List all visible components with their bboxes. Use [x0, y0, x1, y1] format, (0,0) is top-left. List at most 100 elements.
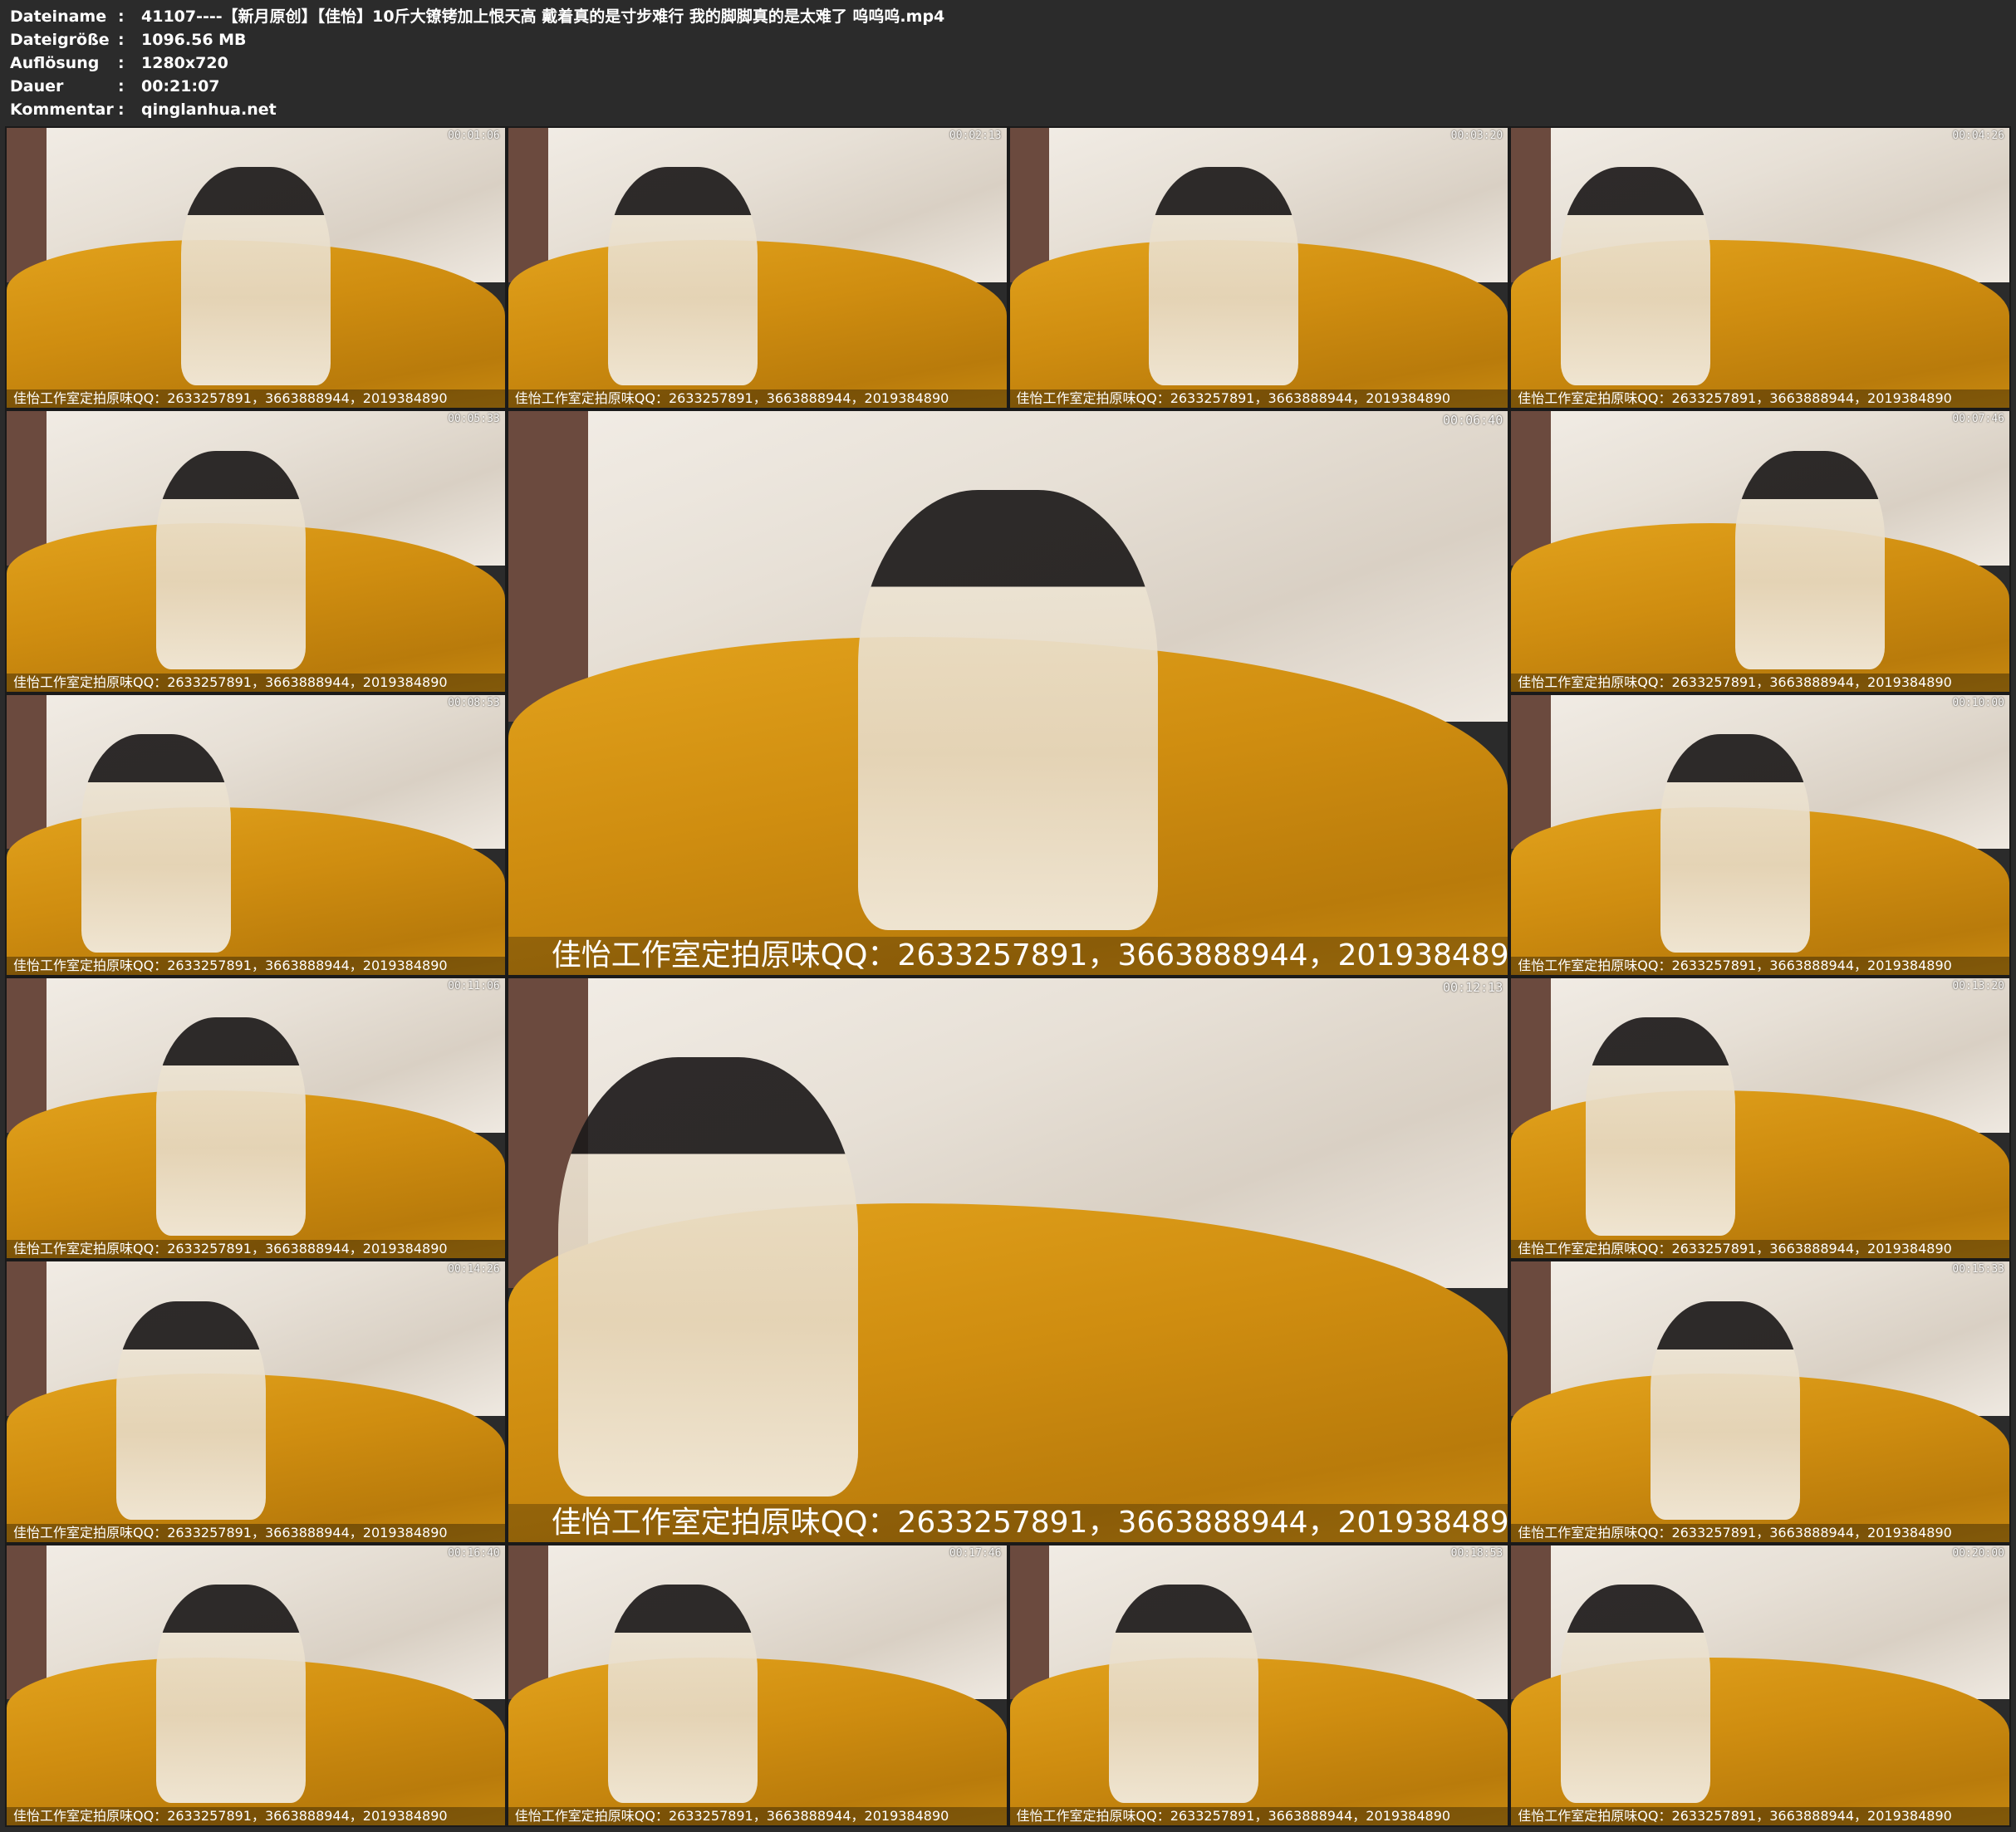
person-figure — [155, 1584, 306, 1803]
watermark-text: 佳怡工作室定拍原味QQ：2633257891，3663888944，201938… — [7, 1240, 505, 1259]
watermark-text: 佳怡工作室定拍原味QQ：2633257891，3663888944，201938… — [1009, 389, 1508, 409]
duration-value: 00:21:07 — [141, 77, 220, 96]
comment-value: qinglanhua.net — [141, 100, 277, 119]
wall-edge — [508, 411, 589, 722]
video-thumbnail: 00:12:13 佳怡工作室定拍原味QQ：2633257891，366388894… — [506, 976, 1510, 1544]
watermark-text: 佳怡工作室定拍原味QQ：2633257891，3663888944，201938… — [1511, 1240, 2009, 1259]
resolution-label: Auflösung — [10, 54, 100, 72]
video-thumbnail: 00:15:33 佳怡工作室定拍原味QQ：2633257891，366388894… — [1509, 1260, 2011, 1544]
video-thumbnail: 00:01:06 佳怡工作室定拍原味QQ：2633257891，366388894… — [5, 126, 507, 410]
video-thumbnail: 00:07:46 佳怡工作室定拍原味QQ：2633257891，366388894… — [1509, 409, 2011, 693]
watermark-text: 佳怡工作室定拍原味QQ：2633257891，3663888944，201938… — [7, 956, 505, 975]
separator: : — [118, 100, 125, 119]
video-thumbnail: 00:08:53 佳怡工作室定拍原味QQ：2633257891，366388894… — [5, 693, 507, 977]
watermark-text: 佳怡工作室定拍原味QQ：2633257891，3663888944，201938… — [1511, 1806, 2009, 1825]
person-figure — [155, 1017, 306, 1237]
video-thumbnail: 00:16:40 佳怡工作室定拍原味QQ：2633257891，366388894… — [5, 1543, 507, 1827]
filesize-row: Dateigröße : 1096.56 MB — [10, 28, 2004, 51]
timestamp: 00:03:20 — [1450, 130, 1503, 142]
separator: : — [118, 7, 125, 26]
person-figure — [115, 1301, 266, 1520]
timestamp: 00:17:46 — [949, 1546, 1002, 1560]
file-info-header: Dateiname : 41107----【新月原创】【佳怡】10斤大镣铐加上恨… — [10, 5, 2004, 121]
watermark-text: 佳怡工作室定拍原味QQ：2633257891，3663888944，201938… — [508, 1503, 1508, 1542]
video-thumbnail: 00:03:20 佳怡工作室定拍原味QQ：2633257891，366388894… — [1008, 126, 1510, 410]
wall-edge — [7, 128, 47, 282]
duration-row: Dauer : 00:21:07 — [10, 75, 2004, 98]
video-thumbnail: 00:04:26 佳怡工作室定拍原味QQ：2633257891，366388894… — [1509, 126, 2011, 410]
filesize-label: Dateigröße — [10, 31, 110, 49]
resolution-row: Auflösung : 1280x720 — [10, 51, 2004, 75]
timestamp: 00:07:46 — [1952, 413, 2004, 426]
watermark-text: 佳怡工作室定拍原味QQ：2633257891，3663888944，201938… — [7, 1523, 505, 1542]
video-thumbnail: 00:18:53 佳怡工作室定拍原味QQ：2633257891，366388894… — [1008, 1543, 1510, 1827]
person-figure — [1561, 167, 1711, 386]
watermark-text: 佳怡工作室定拍原味QQ：2633257891，3663888944，201938… — [1009, 1806, 1508, 1825]
filename-row: Dateiname : 41107----【新月原创】【佳怡】10斤大镣铐加上恨… — [10, 5, 2004, 28]
comment-label: Kommentar — [10, 100, 114, 119]
timestamp: 00:08:53 — [448, 696, 500, 709]
watermark-text: 佳怡工作室定拍原味QQ：2633257891，3663888944，201938… — [7, 389, 505, 409]
comment-row: Kommentar : qinglanhua.net — [10, 98, 2004, 121]
timestamp: 00:13:20 — [1952, 979, 2004, 992]
wall-edge — [7, 977, 47, 1133]
watermark-text: 佳怡工作室定拍原味QQ：2633257891，3663888944，201938… — [1511, 1523, 2009, 1542]
wall-edge — [7, 411, 47, 566]
wall-edge — [7, 1545, 47, 1700]
wall-edge — [7, 694, 47, 850]
wall-edge — [508, 1545, 548, 1700]
timestamp: 00:06:40 — [1443, 413, 1503, 429]
person-figure — [557, 1057, 858, 1497]
watermark-text: 佳怡工作室定拍原味QQ：2633257891，3663888944，201938… — [1511, 673, 2009, 692]
resolution-value: 1280x720 — [141, 54, 228, 72]
person-figure — [1149, 167, 1299, 386]
person-figure — [1109, 1584, 1259, 1803]
timestamp: 00:04:26 — [1952, 130, 2004, 142]
watermark-text: 佳怡工作室定拍原味QQ：2633257891，3663888944，201938… — [508, 936, 1508, 975]
wall-edge — [508, 128, 548, 282]
person-figure — [1660, 733, 1811, 953]
separator: : — [118, 54, 125, 72]
timestamp: 00:05:33 — [448, 413, 500, 426]
video-thumbnail: 00:05:33 佳怡工作室定拍原味QQ：2633257891，366388894… — [5, 409, 507, 693]
gold-fabric — [508, 239, 1007, 409]
wall-edge — [1511, 694, 1552, 850]
person-figure — [1735, 450, 1886, 669]
timestamp: 00:20:00 — [1952, 1546, 2004, 1560]
separator: : — [118, 31, 125, 49]
video-thumbnail: 00:11:06 佳怡工作室定拍原味QQ：2633257891，366388894… — [5, 976, 507, 1261]
timestamp: 00:12:13 — [1443, 979, 1503, 995]
video-thumbnail: 00:02:13 佳怡工作室定拍原味QQ：2633257891，366388894… — [506, 126, 1008, 410]
person-figure — [1651, 1301, 1801, 1520]
person-figure — [155, 450, 306, 669]
thumbnail-grid: 00:01:06 佳怡工作室定拍原味QQ：2633257891，366388894… — [5, 126, 2011, 1827]
person-figure — [1586, 1017, 1736, 1237]
watermark-text: 佳怡工作室定拍原味QQ：2633257891，3663888944，201938… — [7, 1806, 505, 1825]
person-figure — [607, 1584, 758, 1803]
gold-fabric — [508, 1657, 1007, 1825]
filename-label: Dateiname — [10, 7, 107, 26]
duration-label: Dauer — [10, 77, 64, 96]
watermark-text: 佳怡工作室定拍原味QQ：2633257891，3663888944，201938… — [1511, 956, 2009, 975]
wall-edge — [1511, 1545, 1552, 1700]
person-figure — [1561, 1584, 1711, 1803]
watermark-text: 佳怡工作室定拍原味QQ：2633257891，3663888944，201938… — [508, 389, 1007, 409]
wall-edge — [1009, 1545, 1050, 1700]
video-thumbnail: 00:17:46 佳怡工作室定拍原味QQ：2633257891，366388894… — [506, 1543, 1008, 1827]
timestamp: 00:15:33 — [1952, 1263, 2004, 1276]
timestamp: 00:11:06 — [448, 979, 500, 992]
wall-edge — [7, 1261, 47, 1416]
video-thumbnail: 00:06:40 佳怡工作室定拍原味QQ：2633257891，366388894… — [506, 409, 1510, 977]
filesize-value: 1096.56 MB — [141, 31, 247, 49]
timestamp: 00:01:06 — [448, 130, 500, 142]
timestamp: 00:16:40 — [448, 1546, 500, 1560]
timestamp: 00:10:00 — [1952, 696, 2004, 709]
person-figure — [180, 167, 331, 386]
watermark-text: 佳怡工作室定拍原味QQ：2633257891，3663888944，201938… — [7, 673, 505, 692]
timestamp: 00:14:26 — [448, 1263, 500, 1276]
person-figure — [607, 167, 758, 386]
wall-edge — [1511, 128, 1552, 282]
timestamp: 00:18:53 — [1450, 1546, 1503, 1560]
video-thumbnail: 00:14:26 佳怡工作室定拍原味QQ：2633257891，366388894… — [5, 1260, 507, 1544]
video-thumbnail: 00:20:00 佳怡工作室定拍原味QQ：2633257891，366388894… — [1509, 1543, 2011, 1827]
